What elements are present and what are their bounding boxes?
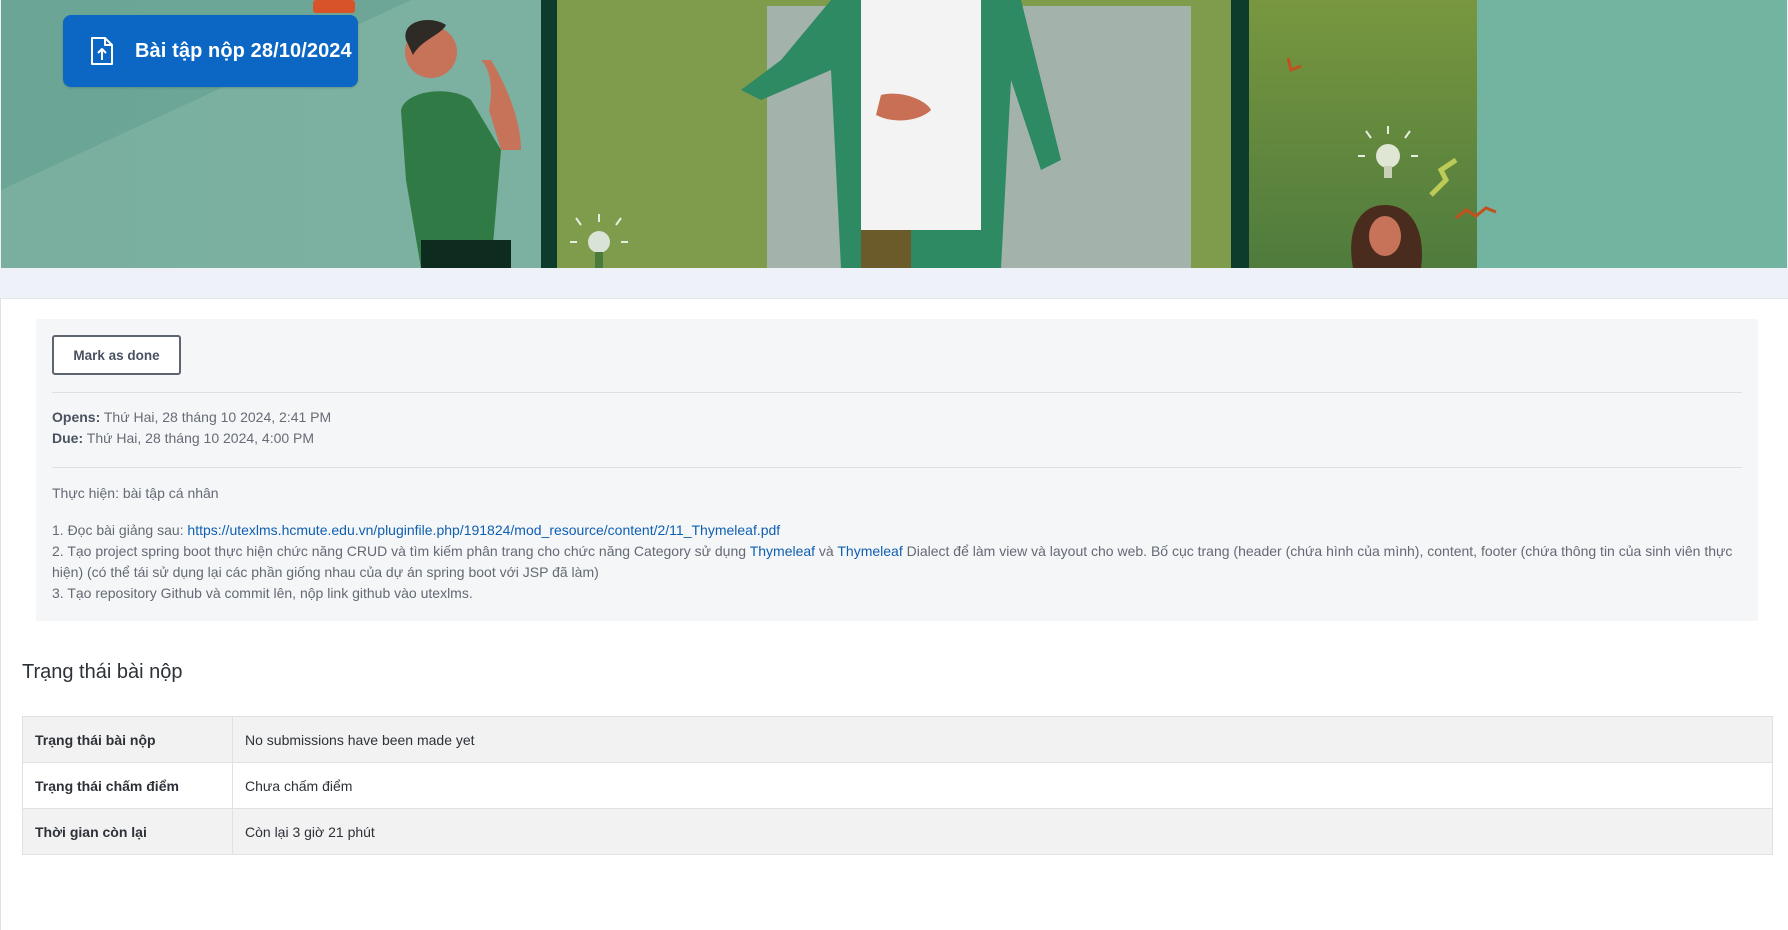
thymeleaf-link[interactable]: Thymeleaf xyxy=(750,543,815,559)
divider xyxy=(52,392,1742,393)
lecture-pdf-link[interactable]: https://utexlms.hcmute.edu.vn/pluginfile… xyxy=(187,522,780,538)
thymeleaf-link-2[interactable]: Thymeleaf xyxy=(837,543,902,559)
due-date: Due: Thứ Hai, 28 tháng 10 2024, 4:00 PM xyxy=(52,428,331,449)
submission-status-heading: Trạng thái bài nộp xyxy=(22,661,183,683)
item-2-text-b: và xyxy=(815,543,838,559)
row-label: Trạng thái chấm điểm xyxy=(22,762,233,809)
page-title: Bài tập nộp 28/10/2024 xyxy=(135,39,352,62)
description-intro: Thực hiện: bài tập cá nhân xyxy=(52,485,219,501)
course-banner: Bài tập nộp 28/10/2024 xyxy=(0,0,1788,268)
due-label: Due: xyxy=(52,430,84,446)
item-1-text: 1. Đọc bài giảng sau: xyxy=(52,522,188,538)
table-row: Trạng thái chấm điểm Chưa chấm điểm xyxy=(22,762,1773,809)
description-item-3: 3. Tạo repository Github và commit lên, … xyxy=(52,585,473,601)
item-2-text-a: 2. Tạo project spring boot thực hiện chứ… xyxy=(52,543,750,559)
row-label: Thời gian còn lại xyxy=(22,808,233,855)
row-value: Còn lại 3 giờ 21 phút xyxy=(232,808,1773,855)
activity-information: Mark as done Opens: Thứ Hai, 28 tháng 10… xyxy=(36,319,1758,621)
submission-status-table: Trạng thái bài nộp No submissions have b… xyxy=(22,716,1773,855)
divider xyxy=(52,467,1742,468)
description-item-1: 1. Đọc bài giảng sau: https://utexlms.hc… xyxy=(52,520,1742,541)
assignment-description: Thực hiện: bài tập cá nhân 1. Đọc bài gi… xyxy=(52,483,1742,604)
activity-dates: Opens: Thứ Hai, 28 tháng 10 2024, 2:41 P… xyxy=(52,407,331,449)
due-value: Thứ Hai, 28 tháng 10 2024, 4:00 PM xyxy=(86,430,315,446)
description-item-2: 2. Tạo project spring boot thực hiện chứ… xyxy=(52,541,1742,583)
main-content: Mark as done Opens: Thứ Hai, 28 tháng 10… xyxy=(0,298,1788,930)
table-row: Trạng thái bài nộp No submissions have b… xyxy=(22,716,1773,763)
row-value: Chưa chấm điểm xyxy=(232,762,1773,809)
opens-value: Thứ Hai, 28 tháng 10 2024, 2:41 PM xyxy=(103,409,332,425)
opens-date: Opens: Thứ Hai, 28 tháng 10 2024, 2:41 P… xyxy=(52,407,331,428)
opens-label: Opens: xyxy=(52,409,101,425)
file-upload-icon xyxy=(89,36,117,66)
table-row: Thời gian còn lại Còn lại 3 giờ 21 phút xyxy=(22,808,1773,855)
row-value: No submissions have been made yet xyxy=(232,716,1773,763)
row-label: Trạng thái bài nộp xyxy=(22,716,233,763)
mark-as-done-button[interactable]: Mark as done xyxy=(52,335,181,375)
assignment-title-badge: Bài tập nộp 28/10/2024 xyxy=(63,15,358,87)
